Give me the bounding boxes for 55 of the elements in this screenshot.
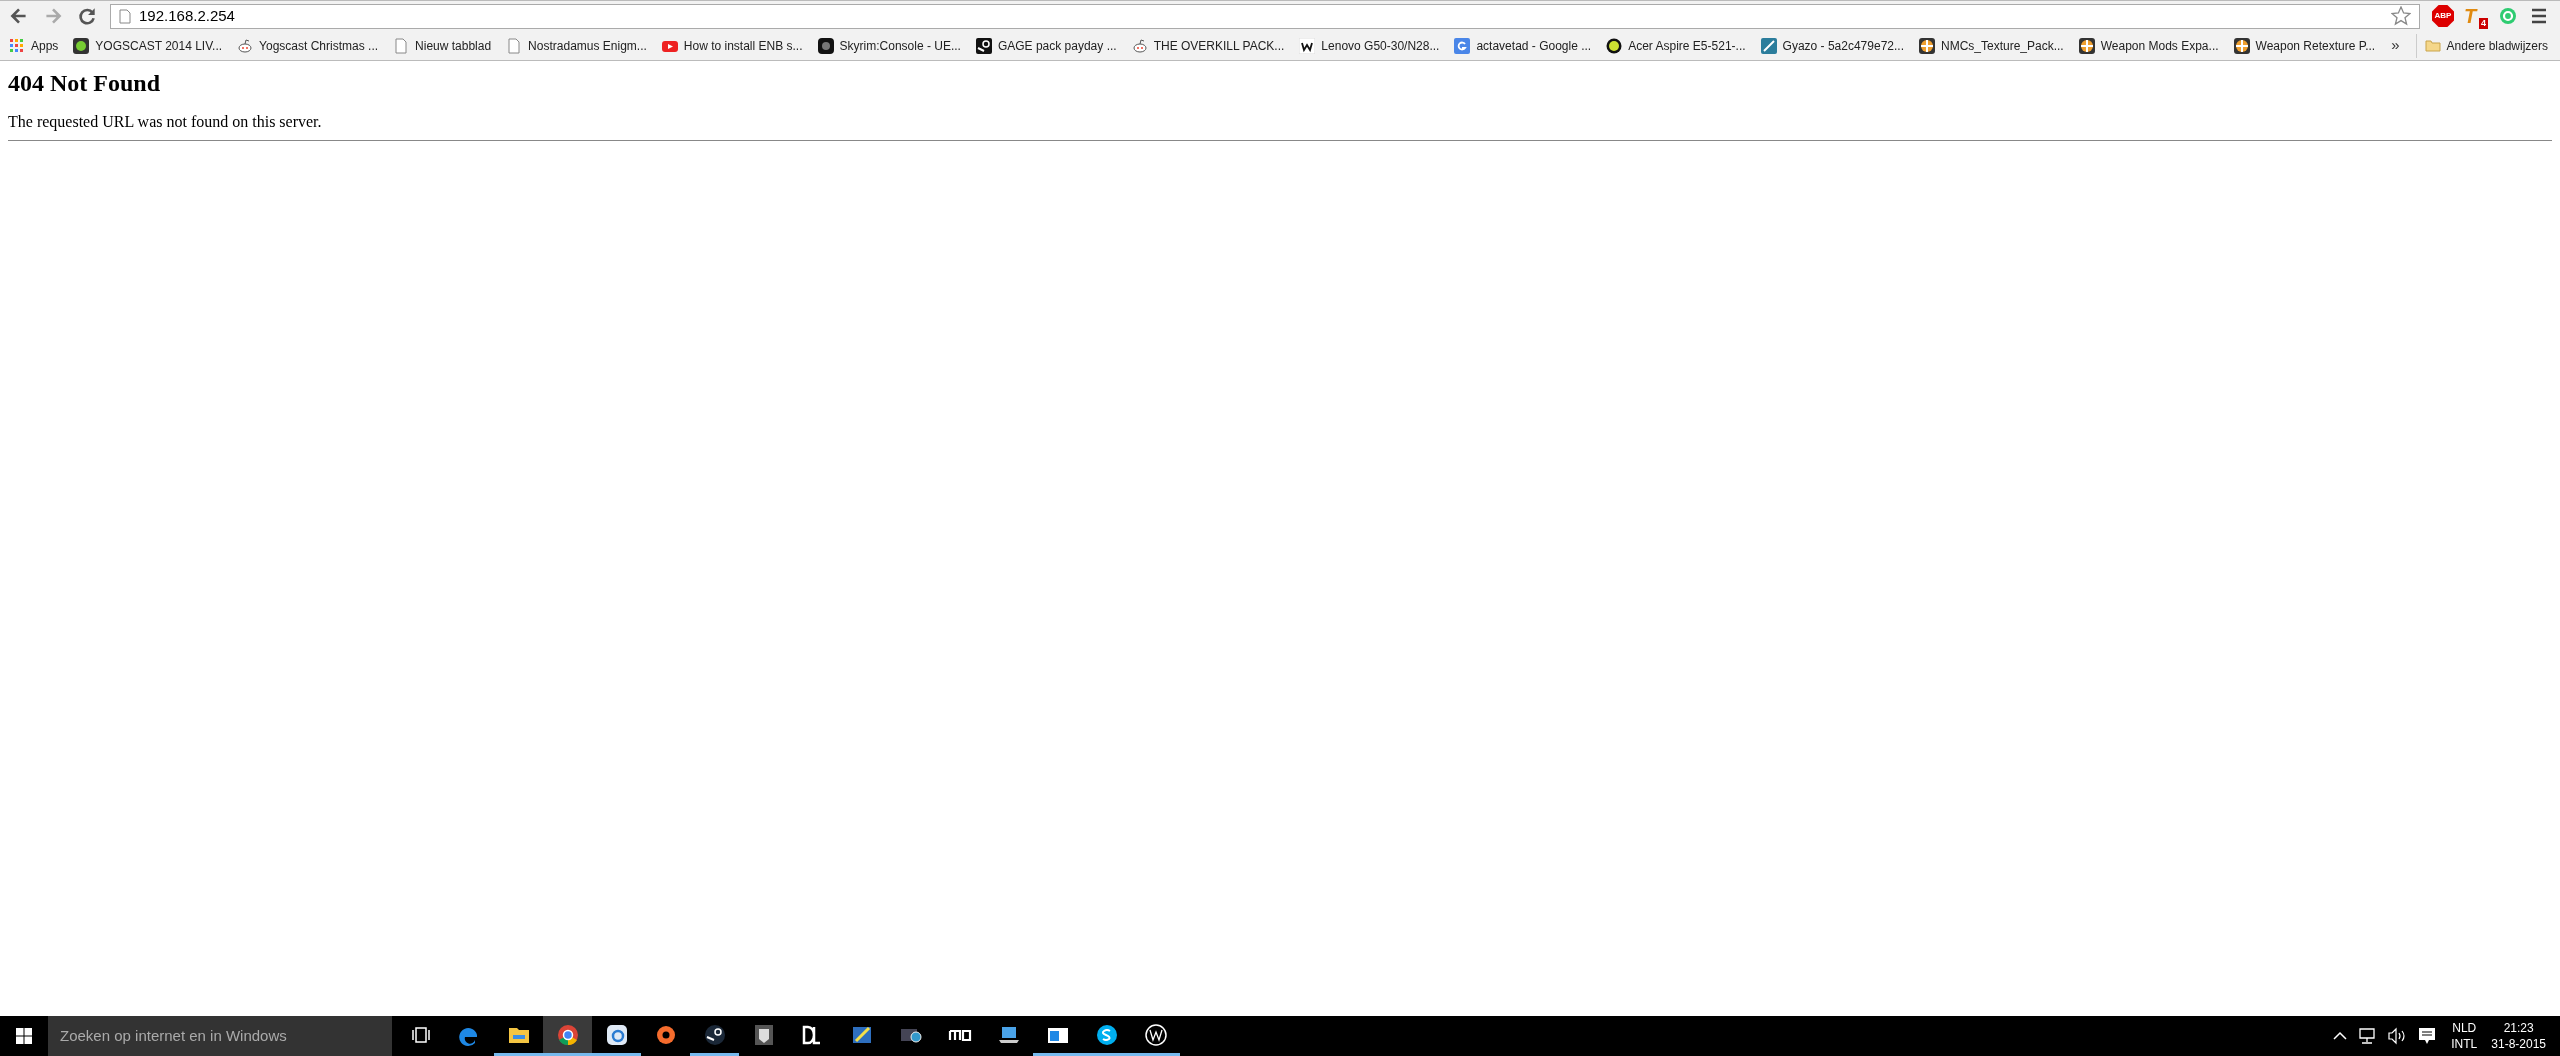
folder-icon — [2424, 39, 2441, 52]
page-icon — [393, 37, 410, 54]
error-message: The requested URL was not found on this server. — [8, 112, 323, 133]
g-icon — [1454, 37, 1471, 54]
language-indicator[interactable]: NLD INTL — [2447, 1020, 2482, 1052]
star-icon[interactable] — [2391, 6, 2411, 26]
volume-icon[interactable] — [2387, 1027, 2408, 1045]
bookmark[interactable]: YOGSCAST 2014 LIV... — [68, 33, 228, 58]
bookmark[interactable]: NMCs_Texture_Pack... — [1914, 33, 2069, 58]
w-letter-icon — [1299, 37, 1316, 54]
notification-icon[interactable] — [2417, 1026, 2438, 1046]
overflow-chevron[interactable]: » — [2383, 34, 2408, 57]
circle-logo-icon — [1606, 37, 1623, 54]
windows-logo-icon — [16, 1028, 32, 1044]
cog-icon — [1919, 37, 1935, 54]
page-icon — [119, 8, 131, 24]
taskbar-app-button[interactable] — [543, 1016, 592, 1056]
bookmark[interactable]: Nostradamus Enigm... — [501, 33, 652, 58]
error-heading: 404 Not Found — [8, 69, 162, 98]
bookmark[interactable]: actavetad - Google ... — [1449, 33, 1597, 58]
bookmark[interactable]: Nieuw tabblad — [388, 33, 497, 58]
bookmark[interactable]: Apps — [4, 33, 64, 58]
grid-icon — [9, 37, 25, 54]
circle-icon — [73, 37, 90, 54]
other-bookmarks-button[interactable]: Andere bladwijzers — [2415, 33, 2556, 58]
address-bar[interactable]: 192.168.2.254 — [110, 3, 2420, 29]
count-badge: 4 — [2479, 18, 2488, 29]
alien-icon — [237, 37, 254, 54]
search-field[interactable]: Zoeken op internet en in Windows — [48, 1016, 392, 1056]
bookmark[interactable]: Yogscast Christmas ... — [232, 33, 384, 58]
network-icon[interactable] — [2357, 1027, 2378, 1045]
pen-icon — [1760, 37, 1777, 54]
alien-icon — [1131, 37, 1148, 54]
bookmark[interactable]: Acer Aspire E5-521-... — [1601, 33, 1751, 58]
chevron-up-icon[interactable] — [2333, 1031, 2348, 1041]
adblock-button[interactable]: ABP — [2432, 5, 2454, 27]
bookmark[interactable]: Weapon Retexture P... — [2228, 33, 2381, 58]
cog-icon — [2078, 37, 2095, 54]
bookmark[interactable]: GAGE pack payday ... — [970, 33, 1122, 58]
menu-icon[interactable] — [2530, 7, 2548, 25]
url-text: 192.168.2.254 — [139, 5, 236, 26]
bookmark[interactable]: Weapon Mods Expa... — [2073, 33, 2224, 58]
dark-square-icon — [817, 37, 834, 54]
skype-icon — [1094, 1022, 1119, 1047]
bookmark[interactable]: Gyazo - 5a2c479e72... — [1755, 33, 1909, 58]
chrome-icon — [555, 1022, 580, 1047]
cog-icon — [2233, 37, 2250, 54]
bookmark[interactable]: How to install ENB s... — [656, 33, 808, 58]
bookmark[interactable]: Skyrim:Console - UE... — [812, 33, 966, 58]
bookmark[interactable]: THE OVERKILL PACK... — [1126, 33, 1290, 58]
page-icon — [506, 37, 523, 54]
reload-icon[interactable] — [76, 5, 98, 27]
extension-button[interactable]: T 4 — [2464, 5, 2488, 27]
bookmark[interactable]: Lenovo G50-30/N28... — [1294, 33, 1445, 58]
clock[interactable]: 21:23 31-8-2015 — [2491, 1020, 2546, 1052]
